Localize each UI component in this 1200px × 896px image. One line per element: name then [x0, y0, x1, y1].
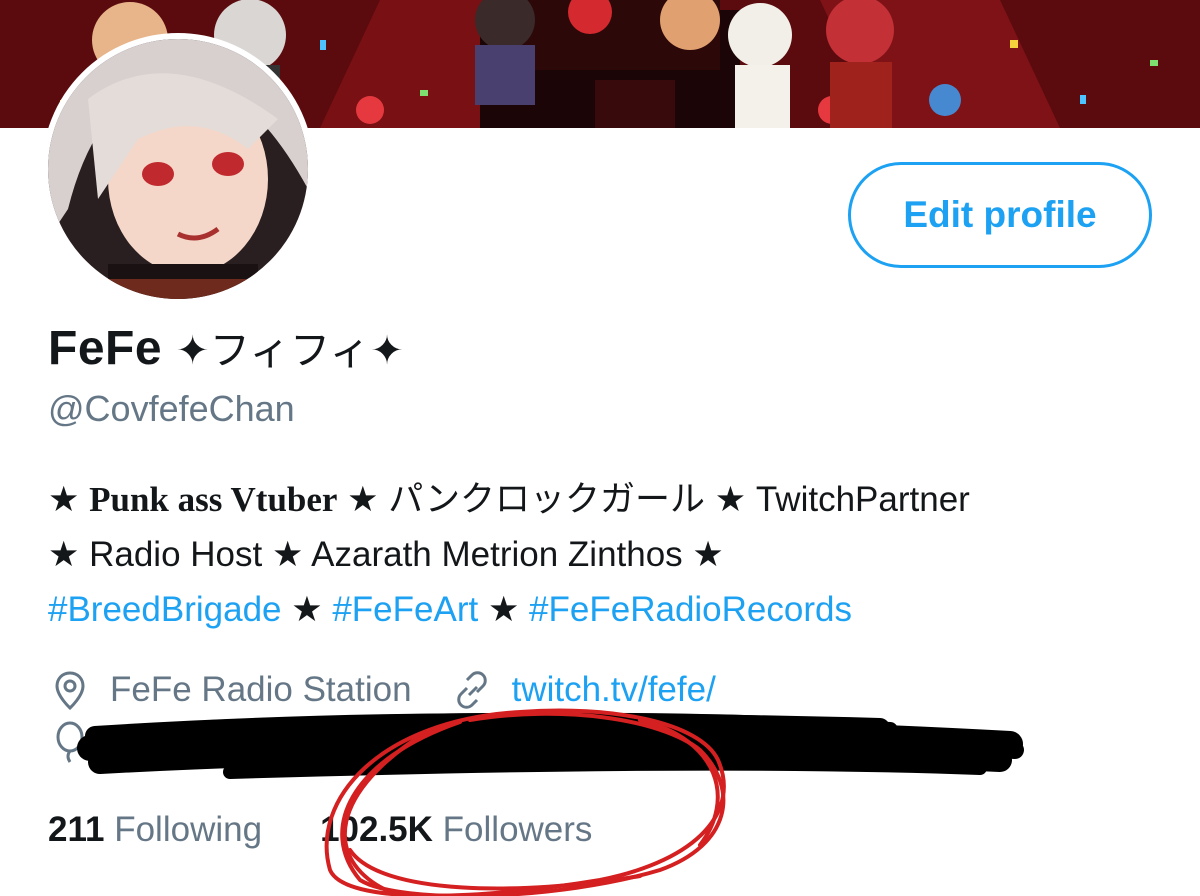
- profile-website[interactable]: twitch.tv/fefe/: [450, 668, 716, 712]
- following-count: 211: [48, 810, 105, 849]
- bio-serif-text: Punk ass Vtuber: [89, 480, 338, 519]
- profile-birthday: Bo: [48, 720, 153, 764]
- website-link[interactable]: twitch.tv/fefe/: [512, 670, 716, 710]
- profile-avatar[interactable]: [42, 33, 314, 305]
- bio-line-1: ★ Punk ass Vtuber ★ パンクロックガール ★ TwitchPa…: [48, 472, 1168, 527]
- profile-location: FeFe Radio Station: [48, 668, 412, 712]
- hashtag-feferadiorecords[interactable]: #FeFeRadioRecords: [529, 590, 852, 629]
- bio-line-1-rest: ★ パンクロックガール ★ TwitchPartner: [337, 480, 970, 519]
- location-pin-icon: [55, 671, 85, 711]
- bio-star: ★: [48, 480, 80, 519]
- edit-profile-button[interactable]: Edit profile: [848, 162, 1152, 268]
- location-text: FeFe Radio Station: [110, 670, 412, 709]
- followers-stat[interactable]: 102.5K Followers: [320, 810, 592, 850]
- birthday-text-partial: Bo: [110, 722, 153, 761]
- display-name-text: FeFe: [48, 322, 163, 375]
- display-name-decoration: ✦フィフィ✦: [175, 329, 405, 373]
- balloon-icon: [56, 721, 84, 763]
- avatar-illustration: [48, 39, 308, 299]
- hashtag-breedbrigade[interactable]: #BreedBrigade: [48, 590, 282, 629]
- followers-label: Followers: [442, 810, 593, 849]
- profile-stats: 211 Following 102.5K Followers: [48, 810, 650, 850]
- profile-bio: ★ Punk ass Vtuber ★ パンクロックガール ★ TwitchPa…: [48, 472, 1168, 637]
- profile-handle: @CovfefeChan: [48, 388, 295, 429]
- followers-count: 102.5K: [320, 810, 433, 849]
- following-stat[interactable]: 211 Following: [48, 810, 262, 850]
- bio-line-3: #BreedBrigade ★ #FeFeArt ★ #FeFeRadioRec…: [48, 582, 1168, 637]
- profile-meta: FeFe Radio Station twitch.tv/fefe/: [48, 668, 754, 712]
- profile-display-name: FeFe ✦フィフィ✦: [48, 318, 404, 376]
- hashtag-fefeart[interactable]: #FeFeArt: [332, 590, 478, 629]
- bio-separator: ★: [281, 590, 333, 629]
- following-label: Following: [114, 810, 263, 849]
- bio-separator: ★: [478, 590, 530, 629]
- link-icon: [456, 671, 487, 709]
- bio-line-2: ★ Radio Host ★ Azarath Metrion Zinthos ★: [48, 535, 724, 574]
